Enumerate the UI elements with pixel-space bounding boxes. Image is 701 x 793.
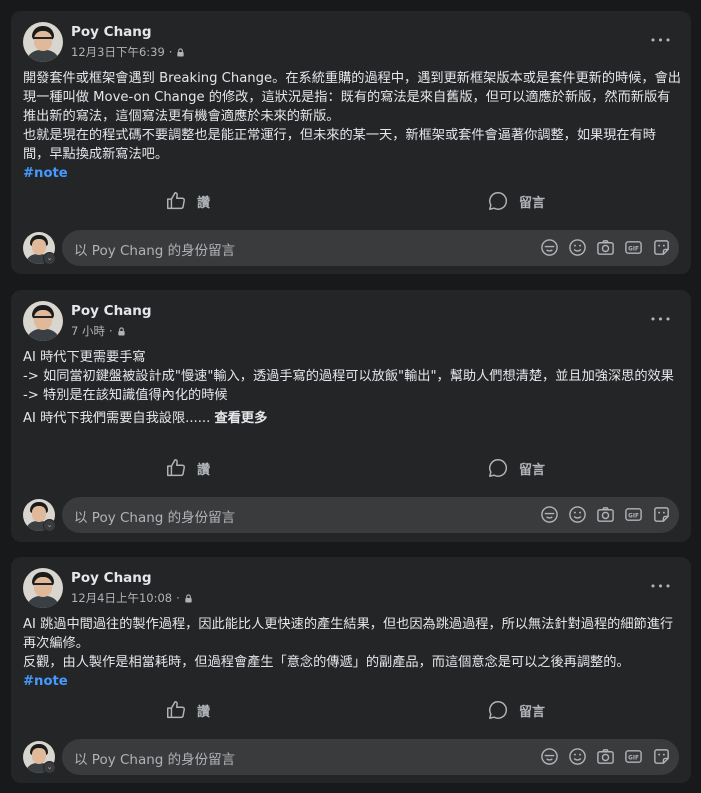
author-name[interactable]: Poy Chang bbox=[71, 570, 152, 586]
post-card: Poy Chang 12月4日上午10:08 · ••• AI 跳過中間過往的製… bbox=[11, 557, 691, 783]
lock-icon bbox=[117, 326, 125, 336]
thumbs-up-icon bbox=[167, 459, 185, 477]
sticker-icon[interactable] bbox=[652, 238, 671, 257]
post-paragraph: -> 特別是在該知識值得內化的時候 bbox=[23, 388, 228, 403]
camera-icon[interactable] bbox=[596, 505, 615, 524]
lock-icon bbox=[177, 47, 185, 57]
thumbs-up-icon bbox=[167, 701, 185, 719]
comment-button[interactable]: 留言 bbox=[487, 450, 545, 486]
post-actions: 讚 留言 bbox=[11, 183, 691, 219]
gif-icon[interactable]: GIF bbox=[624, 747, 643, 766]
comment-icon bbox=[489, 192, 508, 210]
post-text: AI 時代下更需要手寫 -> 如同當初鍵盤被設計成"慢速"輸入，透過手寫的過程可… bbox=[23, 348, 681, 428]
comment-composer: ⌄ 以 Poy Chang 的身份留言 GIF bbox=[23, 497, 679, 533]
thumbs-up-icon bbox=[167, 192, 185, 210]
svg-text:GIF: GIF bbox=[628, 755, 639, 761]
gif-icon[interactable]: GIF bbox=[624, 238, 643, 257]
like-button[interactable]: 讚 bbox=[165, 692, 210, 728]
post-header: Poy Chang 12月4日上午10:08 · ••• bbox=[23, 568, 673, 610]
comment-input[interactable]: 以 Poy Chang 的身份留言 GIF bbox=[62, 739, 679, 775]
post-time[interactable]: 7 小時 bbox=[71, 323, 105, 339]
gif-icon[interactable]: GIF bbox=[624, 505, 643, 524]
avatar-sticker-icon[interactable] bbox=[540, 505, 559, 524]
post-paragraph: AI 時代下我們需要自我設限...... 查看更多 bbox=[23, 411, 268, 426]
more-options-icon[interactable]: ••• bbox=[649, 311, 673, 335]
emoji-icon[interactable] bbox=[568, 747, 587, 766]
post-header: Poy Chang 7 小時 · ••• bbox=[23, 301, 673, 343]
lock-icon bbox=[185, 593, 192, 603]
like-button[interactable]: 讚 bbox=[165, 450, 210, 486]
see-more-link[interactable]: 查看更多 bbox=[215, 411, 268, 426]
post-card: Poy Chang 12月3日下午6:39 · ••• 開發套件或框架會遇到 B… bbox=[11, 11, 691, 274]
avatar[interactable] bbox=[23, 568, 63, 608]
chevron-down-icon[interactable]: ⌄ bbox=[43, 252, 56, 265]
svg-text:GIF: GIF bbox=[628, 246, 639, 252]
post-header: Poy Chang 12月3日下午6:39 · ••• bbox=[23, 22, 673, 64]
author-name[interactable]: Poy Chang bbox=[71, 24, 152, 40]
hashtag-link[interactable]: #note bbox=[23, 672, 681, 691]
chevron-down-icon[interactable]: ⌄ bbox=[43, 761, 56, 774]
post-meta: 12月4日上午10:08 · bbox=[71, 590, 193, 606]
comment-icon bbox=[489, 459, 508, 477]
post-meta: 12月3日下午6:39 · bbox=[71, 44, 185, 60]
post-actions: 讚 留言 bbox=[11, 692, 691, 728]
post-paragraph: 也就是現在的程式碼不要調整也是能正常運行，但未來的某一天，新框架或套件會逼著你調… bbox=[23, 128, 656, 162]
sticker-icon[interactable] bbox=[652, 505, 671, 524]
post-text: AI 跳過中間過往的製作過程，因此能比人更快速的產生結果，但也因為跳過過程，所以… bbox=[23, 615, 681, 691]
post-paragraph: AI 跳過中間過往的製作過程，因此能比人更快速的產生結果，但也因為跳過過程，所以… bbox=[23, 617, 674, 651]
emoji-icon[interactable] bbox=[568, 238, 587, 257]
camera-icon[interactable] bbox=[596, 238, 615, 257]
post-actions: 讚 留言 bbox=[11, 450, 691, 486]
more-options-icon[interactable]: ••• bbox=[649, 578, 673, 602]
svg-text:GIF: GIF bbox=[628, 513, 639, 519]
comment-input[interactable]: 以 Poy Chang 的身份留言 GIF bbox=[62, 497, 679, 533]
camera-icon[interactable] bbox=[596, 747, 615, 766]
comment-composer: ⌄ 以 Poy Chang 的身份留言 GIF bbox=[23, 739, 679, 775]
post-paragraph: 反觀，由人製作是相當耗時，但過程會產生「意念的傳遞」的副產品，而這個意念是可以之… bbox=[23, 655, 630, 670]
chevron-down-icon[interactable]: ⌄ bbox=[43, 519, 56, 532]
comment-button[interactable]: 留言 bbox=[487, 692, 545, 728]
post-paragraph: 開發套件或框架會遇到 Breaking Change。在系統重購的過程中，遇到更… bbox=[23, 71, 681, 124]
more-options-icon[interactable]: ••• bbox=[649, 32, 673, 56]
post-paragraph: -> 如同當初鍵盤被設計成"慢速"輸入，透過手寫的過程可以放飯"輸出"，幫助人們… bbox=[23, 369, 674, 384]
comment-icon bbox=[489, 701, 508, 719]
post-card: Poy Chang 7 小時 · ••• AI 時代下更需要手寫 -> 如同當初… bbox=[11, 290, 691, 542]
post-meta: 7 小時 · bbox=[71, 323, 126, 339]
comment-input[interactable]: 以 Poy Chang 的身份留言 GIF bbox=[62, 230, 679, 266]
post-paragraph: AI 時代下更需要手寫 bbox=[23, 350, 146, 365]
sticker-icon[interactable] bbox=[652, 747, 671, 766]
hashtag-link[interactable]: #note bbox=[23, 164, 681, 183]
comment-button[interactable]: 留言 bbox=[487, 183, 545, 219]
author-name[interactable]: Poy Chang bbox=[71, 303, 152, 319]
avatar-sticker-icon[interactable] bbox=[540, 238, 559, 257]
post-time[interactable]: 12月4日上午10:08 bbox=[71, 590, 172, 606]
like-button[interactable]: 讚 bbox=[165, 183, 210, 219]
post-time[interactable]: 12月3日下午6:39 bbox=[71, 44, 165, 60]
post-text: 開發套件或框架會遇到 Breaking Change。在系統重購的過程中，遇到更… bbox=[23, 69, 681, 183]
avatar[interactable] bbox=[23, 22, 63, 62]
comment-composer: ⌄ 以 Poy Chang 的身份留言 GIF bbox=[23, 230, 679, 266]
avatar-sticker-icon[interactable] bbox=[540, 747, 559, 766]
avatar[interactable] bbox=[23, 301, 63, 341]
emoji-icon[interactable] bbox=[568, 505, 587, 524]
